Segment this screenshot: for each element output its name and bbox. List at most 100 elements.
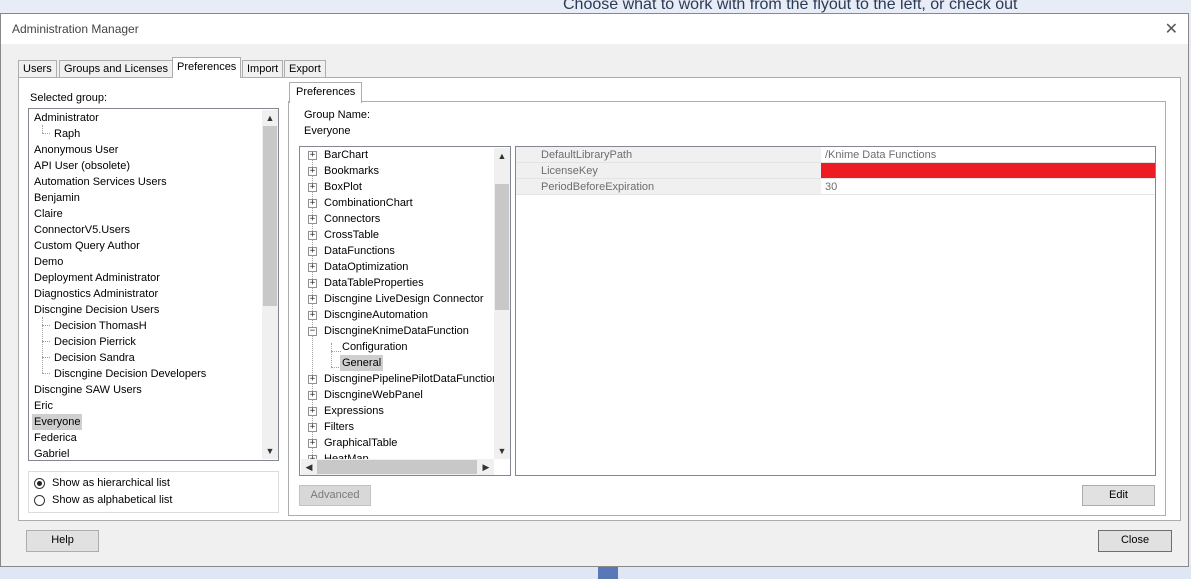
property-name[interactable]: PeriodBeforeExpiration	[516, 179, 821, 195]
tree-item[interactable]: DiscnginePipelinePilotDataFunction	[324, 371, 498, 387]
tree-item[interactable]: CombinationChart	[324, 195, 413, 211]
list-item[interactable]: ConnectorV5.Users	[34, 222, 130, 238]
tab-preferences-inner[interactable]: Preferences	[289, 82, 363, 103]
list-item[interactable]: Eric	[34, 398, 53, 414]
list-item[interactable]: Custom Query Author	[34, 238, 140, 254]
list-item[interactable]: Diagnostics Administrator	[34, 286, 158, 302]
radio-hierarchical-label[interactable]: Show as hierarchical list	[52, 477, 170, 489]
tab-export[interactable]: Export	[284, 60, 326, 77]
tab-import[interactable]: Import	[242, 60, 284, 77]
tree-item[interactable]: Configuration	[342, 339, 407, 355]
list-item[interactable]: Deployment Administrator	[34, 270, 160, 286]
property-value[interactable]: /Knime Data Functions	[821, 147, 1155, 163]
chevron-right-icon[interactable]: ▶	[478, 459, 494, 475]
advanced-button[interactable]: Advanced	[299, 485, 371, 506]
expand-icon[interactable]: +	[308, 183, 317, 192]
tab-users[interactable]: Users	[18, 60, 57, 77]
list-item[interactable]: Decision Pierrick	[54, 334, 136, 350]
administration-manager-dialog: Administration Manager ✕ Users Groups an…	[0, 13, 1189, 567]
expand-icon[interactable]: +	[308, 391, 317, 400]
group-list-scrollbar[interactable]: ▲ ▼	[262, 110, 278, 459]
collapse-icon[interactable]: −	[308, 327, 317, 336]
tree-item[interactable]: Bookmarks	[324, 163, 379, 179]
expand-icon[interactable]: +	[308, 375, 317, 384]
tree-item[interactable]: Filters	[324, 419, 354, 435]
tree-item[interactable]: Expressions	[324, 403, 384, 419]
property-row[interactable]: LicenseKey	[516, 163, 1155, 179]
property-value[interactable]: 30	[821, 179, 1155, 195]
chevron-down-icon[interactable]: ▼	[262, 443, 278, 459]
help-button[interactable]: Help	[26, 530, 99, 552]
list-item[interactable]: Decision ThomasH	[54, 318, 147, 334]
tree-item[interactable]: DataFunctions	[324, 243, 395, 259]
tree-item[interactable]: GraphicalTable	[324, 435, 397, 451]
expand-icon[interactable]: +	[308, 311, 317, 320]
property-name[interactable]: DefaultLibraryPath	[516, 147, 821, 163]
list-item[interactable]: Benjamin	[34, 190, 80, 206]
scroll-thumb[interactable]	[317, 460, 477, 474]
list-item[interactable]: Discngine Decision Developers	[54, 366, 206, 382]
tree-vertical-scrollbar[interactable]: ▲ ▼	[494, 148, 510, 459]
expand-icon[interactable]: +	[308, 247, 317, 256]
group-list[interactable]: Administrator Raph Anonymous User API Us…	[28, 108, 279, 461]
list-item[interactable]: Decision Sandra	[54, 350, 135, 366]
tree-item-selected[interactable]: General	[340, 355, 384, 371]
edit-button[interactable]: Edit	[1082, 485, 1155, 506]
list-item[interactable]: Claire	[34, 206, 63, 222]
list-item[interactable]: Federica	[34, 430, 77, 446]
property-row[interactable]: PeriodBeforeExpiration 30	[516, 179, 1155, 195]
expand-icon[interactable]: +	[308, 215, 317, 224]
expand-icon[interactable]: +	[308, 407, 317, 416]
scroll-thumb[interactable]	[495, 184, 509, 310]
close-button[interactable]: Close	[1098, 530, 1172, 552]
list-item[interactable]: Discngine Decision Users	[34, 302, 159, 318]
close-icon[interactable]: ✕	[1165, 19, 1178, 39]
list-item[interactable]: Discngine SAW Users	[34, 382, 142, 398]
property-row[interactable]: DefaultLibraryPath /Knime Data Functions	[516, 147, 1155, 163]
property-value-redacted[interactable]	[821, 163, 1155, 179]
tree-item[interactable]: BoxPlot	[324, 179, 362, 195]
list-item[interactable]: Gabriel	[34, 446, 69, 460]
expand-icon[interactable]: +	[308, 439, 317, 448]
tree-item[interactable]: DataOptimization	[324, 259, 408, 275]
list-item-selected[interactable]: Everyone	[32, 414, 83, 430]
radio-hierarchical[interactable]	[34, 478, 45, 489]
chevron-up-icon[interactable]: ▲	[262, 110, 278, 126]
expand-icon[interactable]: +	[308, 231, 317, 240]
tree-item[interactable]: Connectors	[324, 211, 380, 227]
tree-horizontal-scrollbar[interactable]: ◀ ▶	[301, 459, 494, 475]
tab-preferences[interactable]: Preferences	[172, 57, 242, 78]
expand-icon[interactable]: +	[308, 167, 317, 176]
list-item[interactable]: API User (obsolete)	[34, 158, 130, 174]
chevron-down-icon[interactable]: ▼	[494, 443, 510, 459]
property-grid[interactable]: DefaultLibraryPath /Knime Data Functions…	[515, 146, 1156, 476]
tree-item[interactable]: BarChart	[324, 147, 368, 163]
chevron-left-icon[interactable]: ◀	[301, 459, 317, 475]
window-title: Administration Manager	[12, 22, 139, 36]
radio-alphabetical[interactable]	[34, 495, 45, 506]
expand-icon[interactable]: +	[308, 199, 317, 208]
tab-groups-and-licenses[interactable]: Groups and Licenses	[59, 60, 173, 77]
tree-item[interactable]: CrossTable	[324, 227, 379, 243]
desktop-logo-fragment	[598, 566, 618, 579]
list-item[interactable]: Anonymous User	[34, 142, 118, 158]
chevron-up-icon[interactable]: ▲	[494, 148, 510, 164]
expand-icon[interactable]: +	[308, 295, 317, 304]
tree-item[interactable]: DataTableProperties	[324, 275, 424, 291]
tree-item[interactable]: DiscngineAutomation	[324, 307, 428, 323]
scroll-thumb[interactable]	[263, 126, 277, 306]
tree-item[interactable]: DiscngineWebPanel	[324, 387, 423, 403]
preference-tree[interactable]: + BarChart + Bookmarks + BoxPlot + Combi…	[299, 146, 511, 476]
list-item[interactable]: Raph	[54, 126, 80, 142]
property-name[interactable]: LicenseKey	[516, 163, 821, 179]
tree-item[interactable]: DiscngineKnimeDataFunction	[324, 323, 469, 339]
expand-icon[interactable]: +	[308, 423, 317, 432]
expand-icon[interactable]: +	[308, 151, 317, 160]
list-item[interactable]: Demo	[34, 254, 63, 270]
list-item[interactable]: Automation Services Users	[34, 174, 167, 190]
tree-item[interactable]: Discngine LiveDesign Connector	[324, 291, 484, 307]
expand-icon[interactable]: +	[308, 279, 317, 288]
expand-icon[interactable]: +	[308, 263, 317, 272]
radio-alphabetical-label[interactable]: Show as alphabetical list	[52, 494, 172, 506]
list-item[interactable]: Administrator	[34, 110, 99, 126]
